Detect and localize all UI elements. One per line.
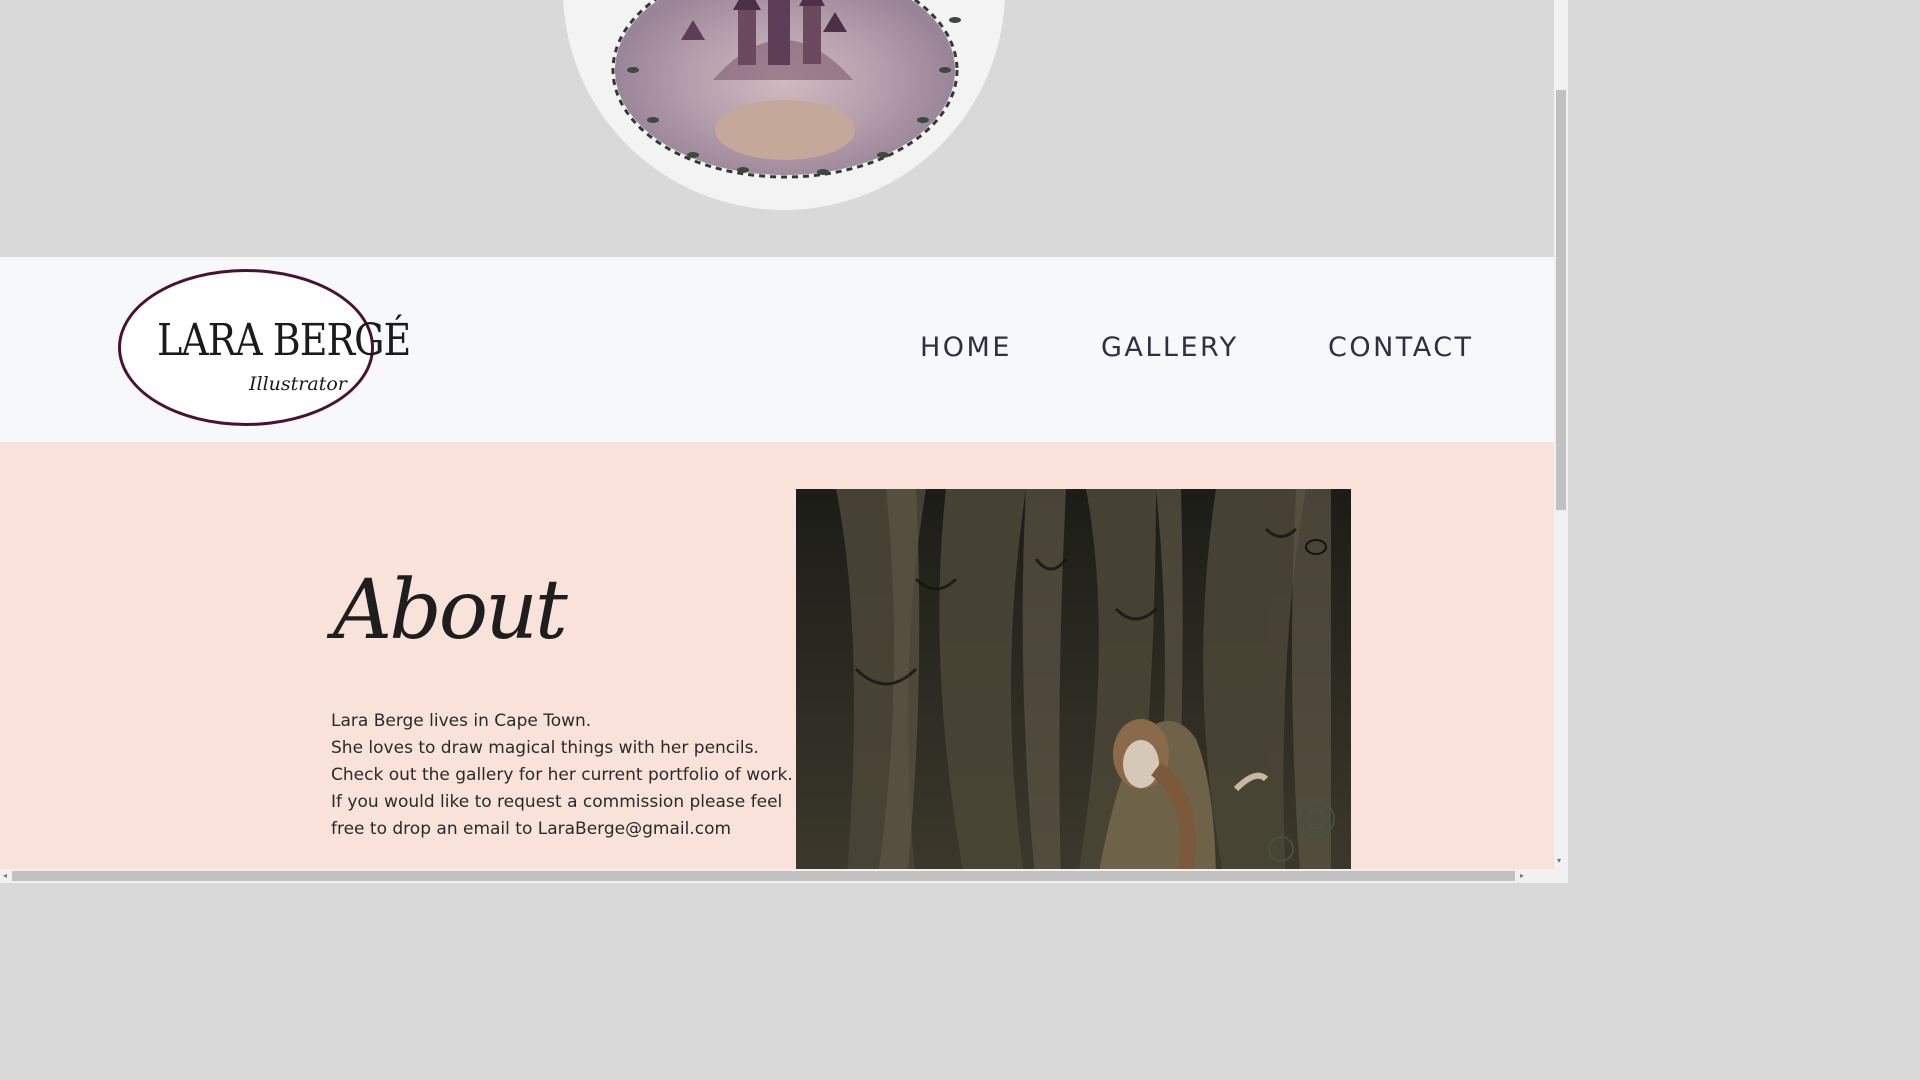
navbar: LARA BERGÉ Illustrator HOME GALLERY CONT…	[0, 257, 1554, 442]
hero-banner	[0, 0, 1554, 257]
scroll-down-arrow-icon[interactable]: ▾	[1557, 857, 1561, 865]
vertical-scrollbar-thumb[interactable]	[1556, 90, 1566, 510]
scroll-right-arrow-icon[interactable]: ▸	[1520, 872, 1524, 880]
hero-illustration	[563, 0, 1005, 210]
about-line: She loves to draw magical things with he…	[331, 738, 759, 758]
about-line: free to drop an email to LaraBerge@gmail…	[331, 819, 732, 839]
site-logo[interactable]: LARA BERGÉ Illustrator	[118, 269, 411, 426]
about-heading: About	[333, 563, 568, 658]
scroll-left-arrow-icon[interactable]: ◂	[3, 872, 7, 880]
nav-home-link[interactable]: HOME	[920, 332, 1012, 363]
about-description: Lara Berge lives in Cape Town. She loves…	[331, 708, 793, 843]
horizontal-scrollbar-thumb[interactable]	[12, 871, 1515, 881]
nav-contact-link[interactable]: CONTACT	[1328, 332, 1474, 363]
about-line: Check out the gallery for her current po…	[331, 765, 793, 785]
logo-subtitle: Illustrator	[249, 373, 347, 395]
about-line: Lara Berge lives in Cape Town.	[331, 711, 592, 731]
forest-illustration	[796, 489, 1351, 870]
about-line: If you would like to request a commissio…	[331, 792, 783, 812]
nav-gallery-link[interactable]: GALLERY	[1101, 332, 1239, 363]
logo-name: LARA BERGÉ	[157, 314, 411, 366]
about-section: About Lara Berge lives in Cape Town. She…	[0, 442, 1554, 870]
